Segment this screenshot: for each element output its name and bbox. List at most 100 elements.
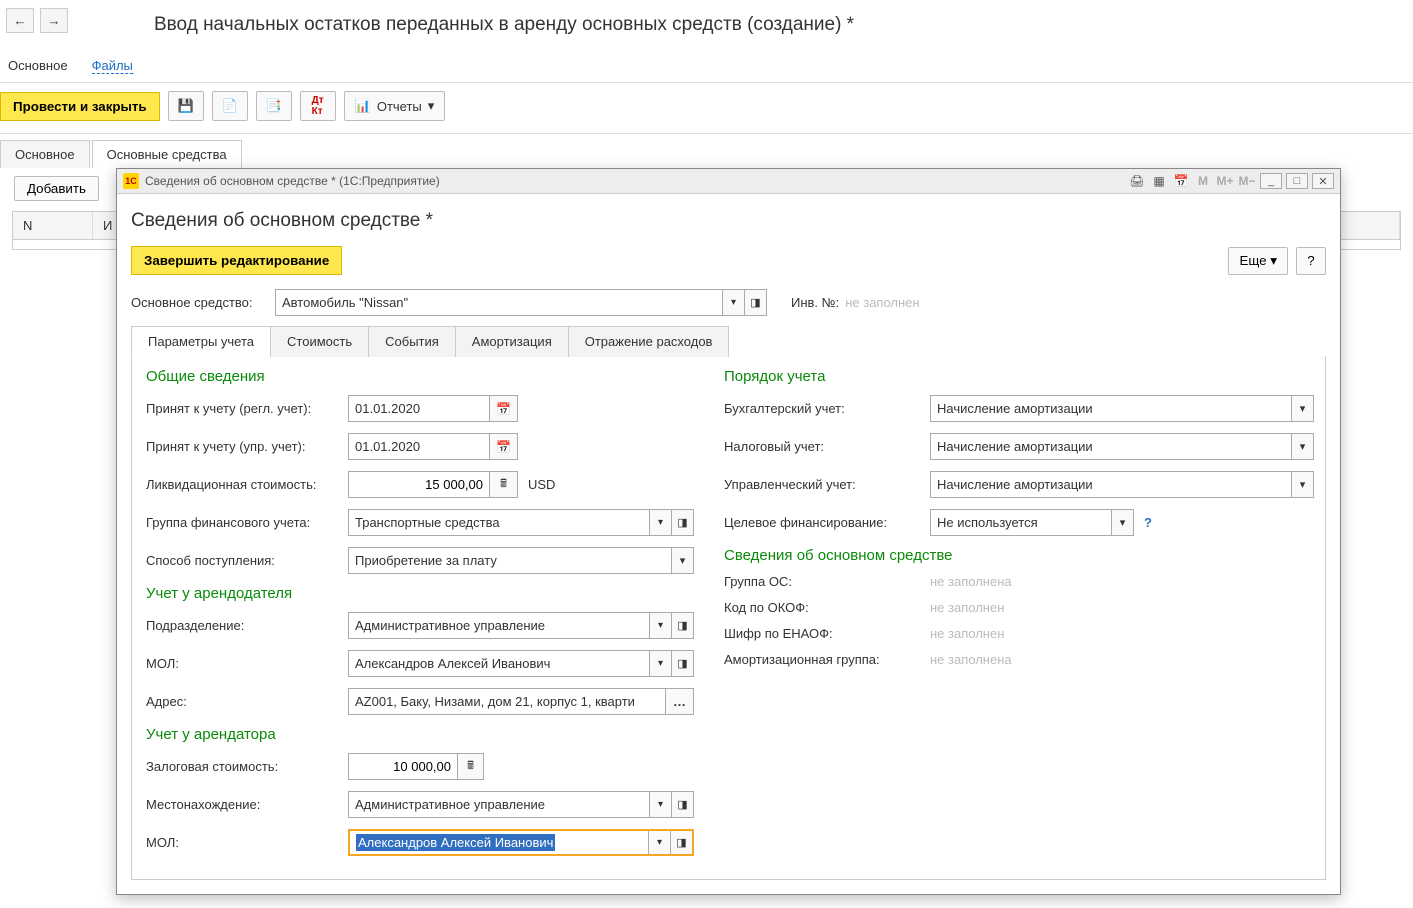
mol2-label: МОЛ: xyxy=(146,835,338,850)
chevron-down-icon[interactable]: ▾ xyxy=(671,548,693,573)
subtab-main[interactable]: Основное xyxy=(8,58,68,74)
chevron-down-icon[interactable]: ▾ xyxy=(1291,472,1313,497)
mol2-field[interactable]: Александров Алексей Иванович ▾ ◨ xyxy=(348,829,694,856)
save-button[interactable]: 💾 xyxy=(168,91,204,121)
open-icon[interactable]: ◨ xyxy=(671,510,693,535)
memory-m-icon[interactable]: M xyxy=(1194,172,1212,190)
dtkt-icon: ДтКт xyxy=(312,95,324,117)
open-icon[interactable]: ◨ xyxy=(671,792,693,817)
okof-label: Код по ОКОФ: xyxy=(724,600,920,615)
way-label: Способ поступления: xyxy=(146,553,338,568)
target-fin-field[interactable]: Не используется ▾ xyxy=(930,509,1134,536)
save-icon: 💾 xyxy=(178,98,194,114)
post-button[interactable]: 📄 xyxy=(212,91,248,121)
amort-group-label: Амортизационная группа: xyxy=(724,652,920,667)
group-os-label: Группа ОС: xyxy=(724,574,920,589)
accept-mgr-label: Принят к учету (упр. учет): xyxy=(146,439,338,454)
open-icon[interactable]: ◨ xyxy=(744,290,766,315)
amort-group-placeholder: не заполнена xyxy=(930,652,1012,667)
chevron-down-icon[interactable]: ▾ xyxy=(1291,396,1313,421)
main-asset-value: Автомобиль "Nissan" xyxy=(276,290,722,315)
main-asset-field[interactable]: Автомобиль "Nissan" ▾ ◨ xyxy=(275,289,767,316)
subdiv-field[interactable]: Административное управление ▾ ◨ xyxy=(348,612,694,639)
accept-regl-label: Принят к учету (регл. учет): xyxy=(146,401,338,416)
more-button[interactable]: Еще ▾ xyxy=(1228,247,1288,275)
dt-kt-button[interactable]: ДтКт xyxy=(300,91,336,121)
chevron-down-icon: ▾ xyxy=(428,98,435,114)
close-button[interactable]: ✕ xyxy=(1312,173,1334,189)
chevron-down-icon[interactable]: ▾ xyxy=(722,290,744,315)
reports-button[interactable]: 📊 Отчеты ▾ xyxy=(344,91,446,121)
subtab-files[interactable]: Файлы xyxy=(92,58,133,74)
tax-field[interactable]: Начисление амортизации ▾ xyxy=(930,433,1314,460)
tab-events[interactable]: События xyxy=(368,326,456,357)
chevron-down-icon[interactable]: ▾ xyxy=(649,792,671,817)
add-button[interactable]: Добавить xyxy=(14,176,99,201)
inv-num-label: Инв. №: xyxy=(791,295,839,310)
mgr-field[interactable]: Начисление амортизации ▾ xyxy=(930,471,1314,498)
lower-tab-assets[interactable]: Основные средства xyxy=(92,140,242,168)
post-icon: 📄 xyxy=(222,98,238,114)
lessor-section-title: Учет у арендодателя xyxy=(146,585,694,602)
pledge-value-field[interactable]: 🖩 xyxy=(348,753,484,780)
tab-expenses[interactable]: Отражение расходов xyxy=(568,326,730,357)
lessee-section-title: Учет у арендатора xyxy=(146,726,694,743)
liquid-label: Ликвидационная стоимость: xyxy=(146,477,338,492)
tab-amort[interactable]: Амортизация xyxy=(455,326,569,357)
col-n-header[interactable]: N xyxy=(13,212,93,239)
fin-group-field[interactable]: Транспортные средства ▾ ◨ xyxy=(348,509,694,536)
open-icon[interactable]: ◨ xyxy=(670,831,692,854)
accept-regl-field[interactable]: 01.01.2020 📅 xyxy=(348,395,518,422)
chevron-down-icon[interactable]: ▾ xyxy=(1291,434,1313,459)
memory-mminus-icon[interactable]: M− xyxy=(1238,172,1256,190)
location-field[interactable]: Административное управление ▾ ◨ xyxy=(348,791,694,818)
chevron-down-icon[interactable]: ▾ xyxy=(1111,510,1133,535)
liquid-value-field[interactable]: 🖩 xyxy=(348,471,518,498)
print-icon[interactable]: 🖨 xyxy=(1128,172,1146,190)
maximize-button[interactable]: □ xyxy=(1286,173,1308,189)
memory-mplus-icon[interactable]: M+ xyxy=(1216,172,1234,190)
open-icon[interactable]: ◨ xyxy=(671,651,693,676)
calendar-icon[interactable]: 📅 xyxy=(489,396,517,421)
chevron-down-icon[interactable]: ▾ xyxy=(649,613,671,638)
acc-field[interactable]: Начисление амортизации ▾ xyxy=(930,395,1314,422)
minimize-button[interactable]: _ xyxy=(1260,173,1282,189)
back-button[interactable]: ← xyxy=(6,8,34,33)
currency-label: USD xyxy=(528,477,555,492)
tab-cost[interactable]: Стоимость xyxy=(270,326,369,357)
dialog-titlebar[interactable]: 1C Сведения об основном средстве * (1С:П… xyxy=(117,169,1340,194)
main-asset-label: Основное средство: xyxy=(131,295,269,310)
ellipsis-icon[interactable]: … xyxy=(665,689,693,714)
tab-params[interactable]: Параметры учета xyxy=(131,326,271,357)
group-os-placeholder: не заполнена xyxy=(930,574,1012,589)
chevron-down-icon[interactable]: ▾ xyxy=(649,651,671,676)
calculator-icon[interactable]: 🖩 xyxy=(457,754,483,779)
calendar-icon[interactable]: 📅 xyxy=(1172,172,1190,190)
pledge-label: Залоговая стоимость: xyxy=(146,759,338,774)
finish-editing-button[interactable]: Завершить редактирование xyxy=(131,246,342,275)
calendar-icon[interactable]: 📅 xyxy=(489,434,517,459)
chevron-down-icon[interactable]: ▾ xyxy=(648,831,670,854)
open-icon[interactable]: ◨ xyxy=(671,613,693,638)
enaof-placeholder: не заполнен xyxy=(930,626,1004,641)
address-field[interactable]: AZ001, Баку, Низами, дом 21, корпус 1, к… xyxy=(348,688,694,715)
forward-button[interactable]: → xyxy=(40,8,68,33)
asset-info-section-title: Сведения об основном средстве xyxy=(724,547,1314,564)
lower-tab-main[interactable]: Основное xyxy=(0,140,90,168)
enaof-label: Шифр по ЕНАОФ: xyxy=(724,626,920,641)
post-and-close-button[interactable]: Провести и закрыть xyxy=(0,92,160,121)
chevron-down-icon[interactable]: ▾ xyxy=(649,510,671,535)
target-fin-help[interactable]: ? xyxy=(1144,515,1152,530)
copy-button[interactable]: 📑 xyxy=(256,91,292,121)
help-button[interactable]: ? xyxy=(1296,247,1326,275)
accept-mgr-field[interactable]: 01.01.2020 📅 xyxy=(348,433,518,460)
dialog-window-title: Сведения об основном средстве * (1С:Пред… xyxy=(145,174,440,188)
reports-icon: 📊 xyxy=(355,98,371,114)
general-section-title: Общие сведения xyxy=(146,368,694,385)
reports-label: Отчеты xyxy=(377,99,422,114)
way-field[interactable]: Приобретение за плату ▾ xyxy=(348,547,694,574)
mol-field[interactable]: Александров Алексей Иванович ▾ ◨ xyxy=(348,650,694,677)
calculator-icon[interactable]: 🖩 xyxy=(489,472,517,497)
grid-icon[interactable]: ▦ xyxy=(1150,172,1168,190)
mgr-label: Управленческий учет: xyxy=(724,477,920,492)
